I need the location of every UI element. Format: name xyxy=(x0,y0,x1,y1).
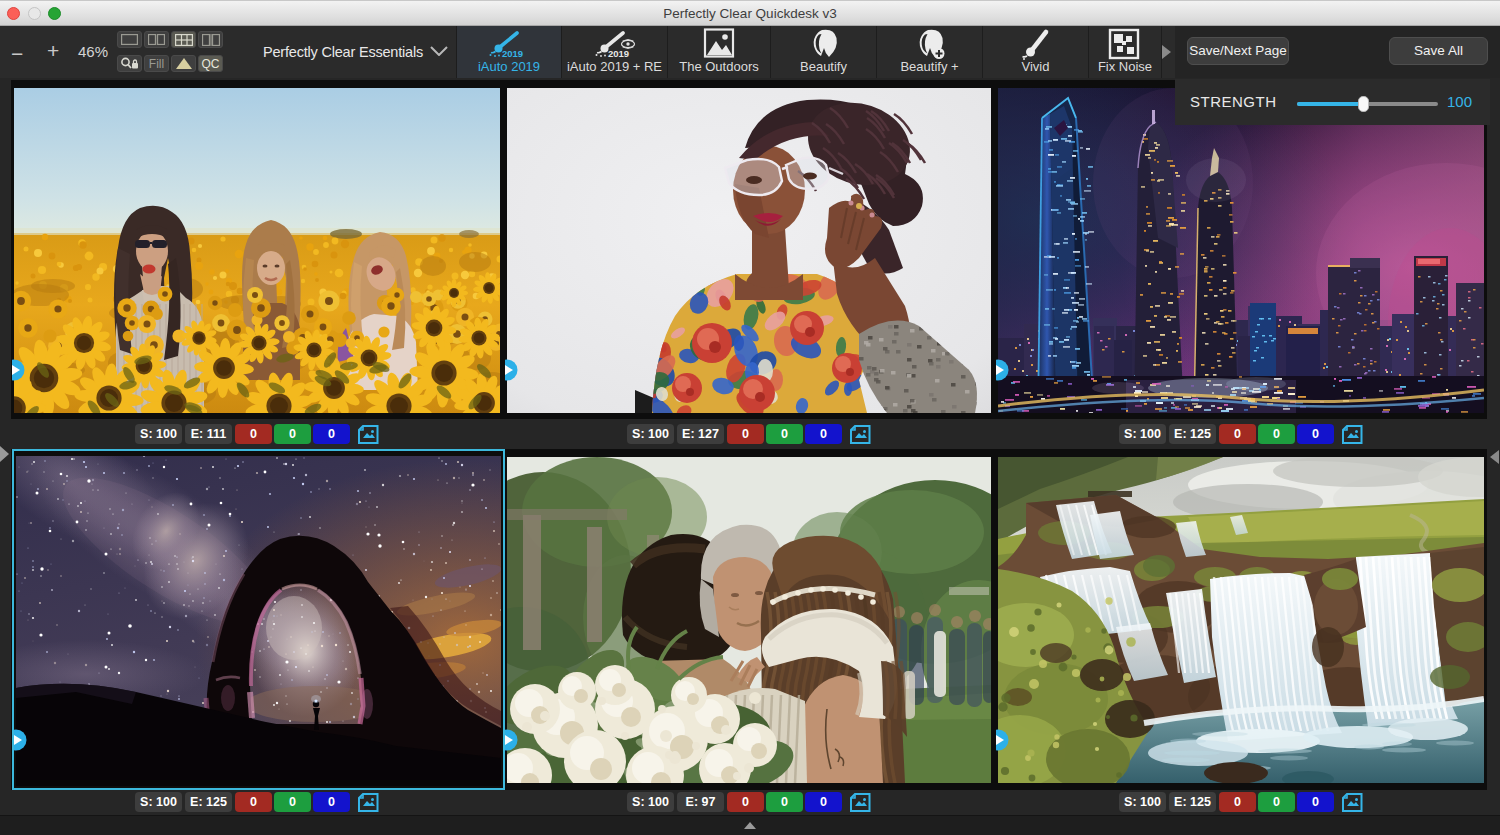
svg-text:2019: 2019 xyxy=(608,48,629,59)
svg-text:2019: 2019 xyxy=(502,48,523,59)
